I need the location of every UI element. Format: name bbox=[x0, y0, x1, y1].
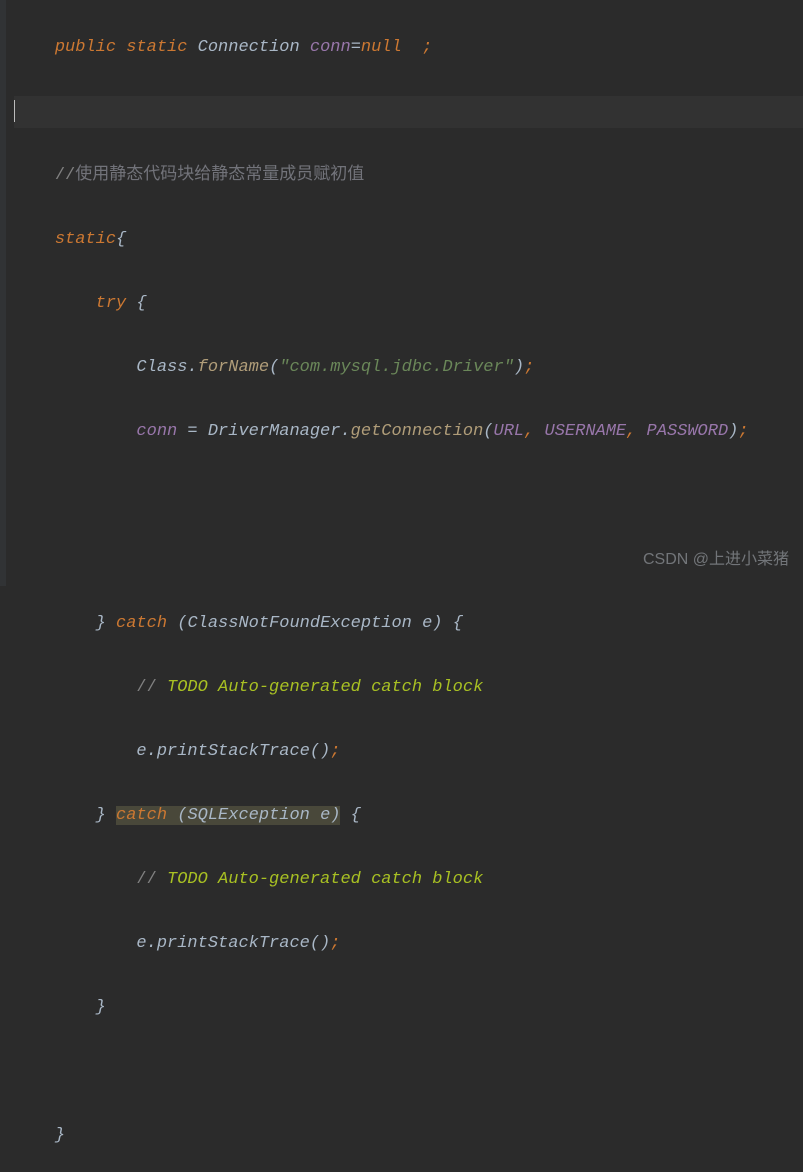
code-line: e.printStackTrace(); bbox=[14, 928, 803, 960]
string-literal: "com.mysql.jdbc.Driver" bbox=[279, 358, 514, 377]
paren-close: ) bbox=[514, 358, 524, 377]
space bbox=[636, 422, 646, 441]
paren-open: ( bbox=[269, 358, 279, 377]
keyword-static: static bbox=[126, 38, 187, 57]
editor-gutter bbox=[0, 0, 6, 586]
comma: , bbox=[626, 422, 636, 441]
code-line-cursor bbox=[14, 96, 803, 128]
code-line: // TODO Auto-generated catch block bbox=[14, 864, 803, 896]
code-line: } catch (ClassNotFoundException e) { bbox=[14, 608, 803, 640]
op-eq: = bbox=[351, 38, 361, 57]
code-line: static{ bbox=[14, 224, 803, 256]
watermark-text: CSDN @上进小菜猪 bbox=[643, 544, 789, 576]
keyword-null: null bbox=[361, 38, 402, 57]
paren-open: ( bbox=[483, 422, 493, 441]
comment-slashes: // bbox=[136, 678, 167, 697]
code-line: Class.forName("com.mysql.jdbc.Driver"); bbox=[14, 352, 803, 384]
semicolon: ; bbox=[524, 358, 534, 377]
semicolon: ; bbox=[738, 422, 748, 441]
comment-slashes: // bbox=[55, 166, 75, 185]
keyword-static: static bbox=[55, 230, 116, 249]
code-line: } catch (SQLException e) { bbox=[14, 800, 803, 832]
comment-text: 使用静态代码块给静态常量成员赋初值 bbox=[75, 166, 364, 185]
type-connection: Connection bbox=[198, 38, 300, 57]
brace-open: { bbox=[116, 230, 126, 249]
stmt-printstacktrace: e.printStackTrace() bbox=[136, 742, 330, 761]
todo-comment: TODO Auto-generated catch block bbox=[167, 870, 483, 889]
semicolon: ; bbox=[330, 934, 340, 953]
field-conn: conn bbox=[310, 38, 351, 57]
text-cursor bbox=[14, 100, 15, 122]
space bbox=[534, 422, 544, 441]
semicolon: ; bbox=[330, 742, 340, 761]
code-line-blank bbox=[14, 1056, 803, 1088]
code-line: } bbox=[14, 992, 803, 1024]
method-getconnection: getConnection bbox=[351, 422, 484, 441]
class-ref: Class. bbox=[136, 358, 197, 377]
method-forname: forName bbox=[198, 358, 269, 377]
code-line: try { bbox=[14, 288, 803, 320]
brace-open: { bbox=[126, 294, 146, 313]
catch-params: (ClassNotFoundException e) { bbox=[167, 614, 463, 633]
const-username: USERNAME bbox=[545, 422, 627, 441]
const-url: URL bbox=[494, 422, 525, 441]
brace-close: } bbox=[55, 1126, 65, 1145]
brace-close: } bbox=[96, 806, 116, 825]
code-line: conn = DriverManager.getConnection(URL, … bbox=[14, 416, 803, 448]
field-conn: conn bbox=[136, 422, 177, 441]
expr-text: = DriverManager. bbox=[177, 422, 350, 441]
keyword-catch: catch bbox=[116, 806, 167, 825]
keyword-catch: catch bbox=[116, 614, 167, 633]
catch-params-hl: (SQLException e) bbox=[167, 806, 340, 825]
comma: , bbox=[524, 422, 534, 441]
code-line: public static Connection conn=null ; bbox=[14, 32, 803, 64]
code-line: // TODO Auto-generated catch block bbox=[14, 672, 803, 704]
code-line: } bbox=[14, 1120, 803, 1152]
todo-comment: TODO Auto-generated catch block bbox=[167, 678, 483, 697]
code-line: e.printStackTrace(); bbox=[14, 736, 803, 768]
brace-close: } bbox=[96, 998, 106, 1017]
comment-slashes: // bbox=[136, 870, 167, 889]
code-editor[interactable]: public static Connection conn=null ; //使… bbox=[0, 0, 803, 1172]
code-line: //使用静态代码块给静态常量成员赋初值 bbox=[14, 160, 803, 192]
semicolon: ; bbox=[402, 38, 433, 57]
const-password: PASSWORD bbox=[647, 422, 729, 441]
keyword-try: try bbox=[96, 294, 127, 313]
brace-close: } bbox=[96, 614, 116, 633]
paren-close: ) bbox=[728, 422, 738, 441]
brace-open: { bbox=[340, 806, 360, 825]
stmt-printstacktrace: e.printStackTrace() bbox=[136, 934, 330, 953]
keyword-public: public bbox=[55, 38, 116, 57]
code-line-blank bbox=[14, 480, 803, 512]
